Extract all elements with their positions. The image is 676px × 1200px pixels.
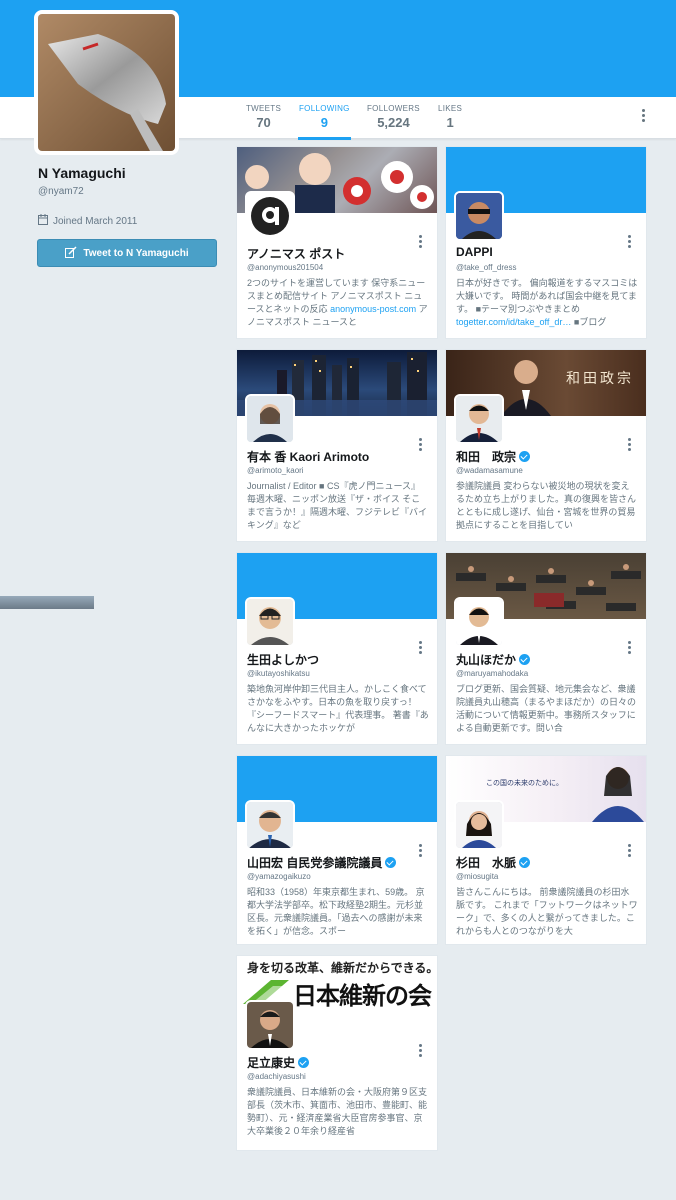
stat-following[interactable]: FOLLOWING 9 — [298, 104, 351, 140]
card-handle[interactable]: @take_off_dress — [456, 263, 516, 272]
verified-icon — [298, 1057, 310, 1068]
profile-avatar[interactable] — [34, 10, 179, 155]
verified-icon — [385, 857, 397, 868]
stat-value: 1 — [446, 115, 454, 130]
user-card[interactable]: 有本 香 Kaori Arimoto @arimoto_kaori Journa… — [236, 349, 438, 542]
card-handle[interactable]: @arimoto_kaori — [247, 466, 304, 475]
user-card[interactable]: この国の未来のために。 杉田 水脈 @miosugita 皆さんこんにちは。 前… — [445, 755, 647, 945]
card-more-icon[interactable] — [419, 844, 423, 859]
stat-label: LIKES — [438, 104, 463, 113]
user-card[interactable]: 和田政宗 和田 政宗 @wadamasamune 参議院議員 変わらない被災地の… — [445, 349, 647, 542]
card-name[interactable]: 山田宏 自民党参議院議員 — [247, 854, 397, 871]
stat-likes[interactable]: LIKES 1 — [438, 104, 462, 130]
banner-title: 和田政宗 — [566, 371, 634, 387]
card-bio: 昭和33（1958）年東京都生まれ、59歳。 京都大学法学部卒。松下政経塾2期生… — [247, 887, 425, 936]
card-name[interactable]: アノニマス ポスト — [247, 245, 345, 262]
card-name[interactable]: DAPPI — [456, 245, 493, 259]
card-avatar[interactable] — [454, 191, 504, 241]
tweet-to-button[interactable]: Tweet to N Yamaguchi — [37, 239, 217, 267]
card-name[interactable]: 生田よしかつ — [247, 651, 319, 668]
card-avatar[interactable] — [245, 800, 295, 850]
card-avatar[interactable] — [454, 394, 504, 444]
stat-tweets[interactable]: TWEETS 70 — [246, 104, 281, 130]
card-avatar[interactable] — [245, 1000, 295, 1050]
card-more-icon[interactable] — [419, 235, 423, 250]
banner-logo-text: 日本維新の会 — [293, 981, 432, 1010]
card-name[interactable]: 丸山ほだか — [456, 651, 531, 668]
card-handle[interactable]: @wadamasamune — [456, 466, 523, 475]
card-more-icon[interactable] — [628, 438, 632, 453]
card-avatar[interactable] — [454, 597, 504, 647]
card-name[interactable]: 杉田 水脈 — [456, 854, 531, 871]
user-card[interactable]: 丸山ほだか @maruyamahodaka ブログ更新、国会質疑、地元集会など、… — [445, 552, 647, 745]
card-more-icon[interactable] — [419, 438, 423, 453]
card-handle[interactable]: @maruyamahodaka — [456, 669, 528, 678]
joined-text: Joined March 2011 — [53, 215, 138, 227]
joined-date: Joined March 2011 — [38, 214, 137, 228]
card-avatar[interactable] — [245, 597, 295, 647]
card-avatar[interactable] — [245, 394, 295, 444]
card-more-icon[interactable] — [628, 235, 632, 250]
card-avatar[interactable] — [454, 800, 504, 850]
user-card[interactable]: 身を切る改革、維新だからできる。 日本維新の会 足立康史 @adachiyasu… — [236, 955, 438, 1151]
profile-name[interactable]: N Yamaguchi — [38, 165, 126, 181]
card-handle[interactable]: @anonymous201504 — [247, 263, 323, 272]
card-name[interactable]: 有本 香 Kaori Arimoto — [247, 448, 369, 465]
card-more-icon[interactable] — [628, 844, 632, 859]
bio-link[interactable]: togetter.com/id/take_off_dr… — [456, 317, 571, 327]
user-card[interactable]: 山田宏 自民党参議院議員 @yamazogaikuzo 昭和33（1958）年東… — [236, 755, 438, 945]
card-handle[interactable]: @yamazogaikuzo — [247, 872, 311, 881]
stat-label: FOLLOWERS — [367, 104, 420, 113]
tweet-to-label: Tweet to N Yamaguchi — [83, 247, 189, 259]
card-bio: ブログ更新、国会質疑、地元集会など、衆議院議員丸山穂高（まるやまほだか）の日々の… — [456, 684, 637, 733]
card-more-icon[interactable] — [628, 641, 632, 656]
card-bio: 2つのサイトを運営しています 保守系ニュースまとめ配信サイト アノニマスポスト … — [247, 278, 428, 327]
user-card[interactable]: 生田よしかつ @ikutayoshikatsu 築地魚河岸仲卸三代目主人。かしこ… — [236, 552, 438, 745]
card-handle[interactable]: @miosugita — [456, 872, 498, 881]
card-more-icon[interactable] — [419, 641, 423, 656]
card-handle[interactable]: @adachiyasushi — [247, 1072, 306, 1081]
stat-followers[interactable]: FOLLOWERS 5,224 — [367, 104, 420, 130]
stat-value: 70 — [256, 115, 271, 130]
card-avatar[interactable] — [245, 191, 295, 241]
card-name[interactable]: 和田 政宗 — [456, 448, 531, 465]
stat-label: FOLLOWING — [299, 104, 350, 113]
compose-icon — [65, 245, 77, 261]
calendar-icon — [38, 214, 48, 228]
banner-slogan: 身を切る改革、維新だからできる。 — [247, 961, 437, 975]
bio-link[interactable]: anonymous-post.com — [330, 304, 416, 314]
user-card[interactable]: アノニマス ポスト @anonymous201504 2つのサイトを運営していま… — [236, 146, 438, 339]
profile-handle[interactable]: @nyam72 — [38, 186, 84, 197]
rendering-artifact — [0, 596, 94, 609]
user-card[interactable]: DAPPI @take_off_dress 日本が好きです。 偏向報道をするマス… — [445, 146, 647, 339]
verified-icon — [519, 451, 531, 462]
card-bio: Journalist / Editor ■ CS『虎ノ門ニュース』毎週木曜、ニッ… — [247, 481, 428, 530]
card-bio: 皆さんこんにちは。 前衆議院議員の杉田水脈です。 これまで「フットワークはネット… — [456, 887, 638, 936]
verified-icon — [519, 654, 531, 665]
stat-label: TWEETS — [246, 104, 282, 113]
stat-value: 9 — [320, 115, 328, 130]
card-bio: 衆議院議員、日本維新の会・大阪府第９区支部長（茨木市、箕面市、池田市、豊能町、能… — [247, 1087, 428, 1136]
card-bio: 参議院議員 変わらない被災地の現状を変えるため立ち上がりました。真の復興を皆さん… — [456, 481, 637, 530]
more-options-icon[interactable] — [642, 109, 646, 124]
stat-value: 5,224 — [377, 115, 410, 130]
card-handle[interactable]: @ikutayoshikatsu — [247, 669, 310, 678]
verified-icon — [519, 857, 531, 868]
card-name[interactable]: 足立康史 — [247, 1054, 310, 1071]
card-bio: 日本が好きです。 偏向報道をするマスコミは大嫌いです。 時間があれば国会中継を見… — [456, 278, 638, 327]
card-more-icon[interactable] — [419, 1044, 423, 1059]
card-bio: 築地魚河岸仲卸三代目主人。かしこく食べてさかなをふやす。日本の魚を取り戻すっ！『… — [247, 684, 429, 733]
